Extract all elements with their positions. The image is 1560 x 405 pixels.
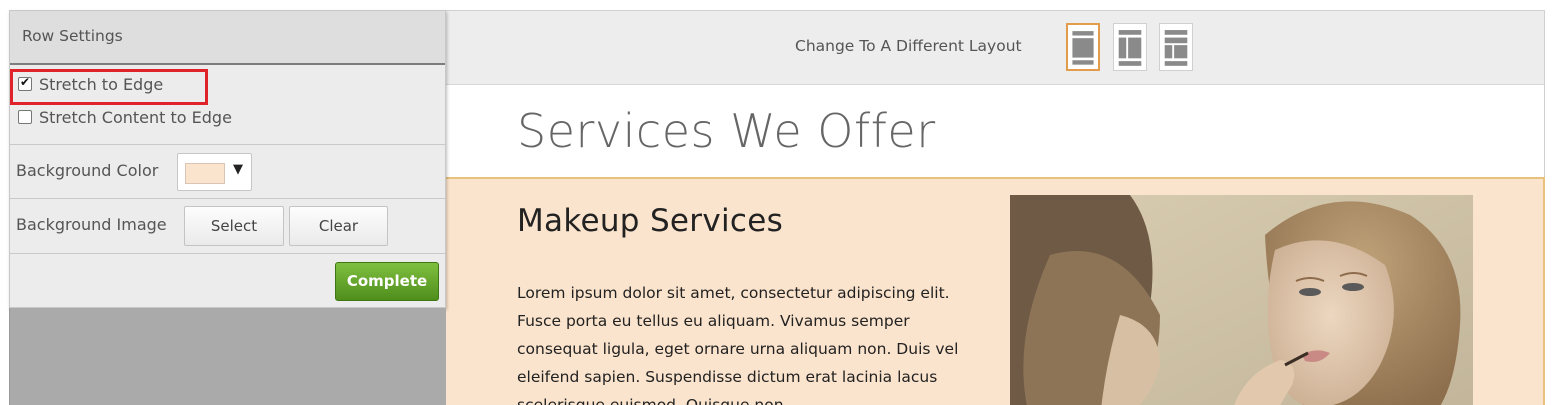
columns-layout-icon: [1118, 30, 1142, 66]
layout-toolbar: Change To A Different Layout: [446, 11, 1544, 85]
row-body-text: Lorem ipsum dolor sit amet, consectetur …: [517, 284, 959, 405]
full-width-layout-icon: [1072, 31, 1094, 65]
color-swatch: [185, 163, 225, 184]
background-color-label: Background Color: [16, 161, 159, 180]
sidebar-layout-button[interactable]: [1159, 23, 1193, 71]
page-heading: Services We Offer: [517, 104, 936, 158]
row-title: Makeup Services: [517, 203, 784, 239]
background-image-label: Background Image: [16, 215, 167, 234]
panel-title: Row Settings: [22, 27, 123, 45]
stretch-content-label: Stretch Content to Edge: [39, 107, 232, 127]
panel-footer: Complete: [10, 254, 445, 306]
page-editor: Change To A Different Layout Services We…: [443, 10, 1545, 405]
stretch-content-checkbox[interactable]: [18, 110, 32, 124]
select-image-button[interactable]: Select: [184, 206, 284, 246]
makeup-photo-image: [1010, 195, 1473, 405]
panel-backdrop: [9, 308, 446, 405]
complete-button[interactable]: Complete: [335, 262, 439, 301]
layout-label: Change To A Different Layout: [795, 37, 1022, 55]
chevron-down-icon: ▼: [233, 162, 243, 177]
makeup-photo: [1010, 195, 1473, 405]
stretch-to-edge-label: Stretch to Edge: [39, 74, 164, 94]
full-width-layout-button[interactable]: [1066, 23, 1100, 71]
columns-layout-button[interactable]: [1113, 23, 1147, 71]
stretch-to-edge-option[interactable]: Stretch to Edge: [18, 74, 163, 94]
clear-image-button[interactable]: Clear: [289, 206, 388, 246]
content-row[interactable]: Makeup Services Lorem ipsum dolor sit am…: [443, 177, 1545, 405]
stretch-options: Stretch to Edge Stretch Content to Edge: [10, 65, 445, 145]
background-color-picker[interactable]: ▼: [177, 153, 252, 191]
sidebar-layout-icon: [1164, 30, 1188, 66]
background-image-section: Background Image Select Clear: [10, 199, 445, 254]
panel-header: Row Settings: [10, 11, 445, 65]
row-settings-panel: Row Settings Stretch to Edge Stretch Con…: [9, 10, 446, 308]
background-color-section: Background Color ▼: [10, 145, 445, 199]
stretch-to-edge-checkbox[interactable]: [18, 75, 32, 91]
stretch-content-option[interactable]: Stretch Content to Edge: [18, 107, 232, 127]
